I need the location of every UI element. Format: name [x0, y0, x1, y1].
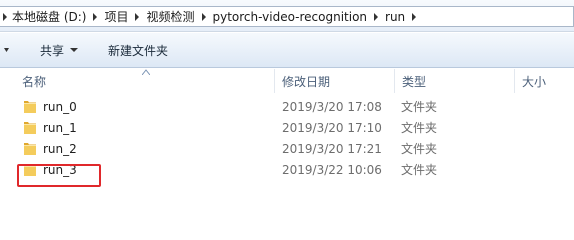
- breadcrumb-overflow-icon[interactable]: [0, 7, 10, 26]
- command-bar: 共享 新建文件夹: [0, 33, 574, 68]
- share-button[interactable]: 共享: [32, 38, 86, 62]
- share-button-label: 共享: [40, 43, 65, 58]
- file-date: 2019/3/20 17:10: [282, 120, 382, 135]
- file-date: 2019/3/22 10:06: [282, 162, 382, 177]
- column-divider[interactable]: [394, 69, 395, 93]
- breadcrumb-item-pytorch-video-recognition[interactable]: pytorch-video-recognition: [211, 7, 370, 26]
- address-bar: 本地磁盘 (D:) 项目 视频检测 pytorch-video-recognit…: [0, 0, 574, 32]
- column-header-size-label: 大小: [522, 74, 547, 89]
- chevron-down-icon[interactable]: [0, 33, 12, 67]
- column-header-date[interactable]: 修改日期: [276, 69, 394, 93]
- column-divider[interactable]: [274, 69, 275, 93]
- file-date: 2019/3/20 17:21: [282, 141, 382, 156]
- file-type: 文件夹: [401, 121, 438, 135]
- file-name[interactable]: run_0: [43, 96, 77, 117]
- folder-icon: [24, 122, 36, 134]
- breadcrumb-separator-icon[interactable]: [88, 7, 102, 26]
- file-row[interactable]: run_2 2019/3/20 17:21 文件夹: [0, 138, 574, 159]
- file-row[interactable]: run_1 2019/3/20 17:10 文件夹: [0, 117, 574, 138]
- file-type: 文件夹: [401, 163, 438, 177]
- breadcrumb[interactable]: 本地磁盘 (D:) 项目 视频检测 pytorch-video-recognit…: [0, 6, 574, 27]
- breadcrumb-item-drive[interactable]: 本地磁盘 (D:): [10, 7, 88, 26]
- column-header-name-label: 名称: [22, 74, 47, 89]
- column-header-date-label: 修改日期: [282, 74, 331, 89]
- file-date: 2019/3/20 17:08: [282, 99, 382, 114]
- breadcrumb-item-projects[interactable]: 项目: [102, 7, 130, 26]
- column-header-type[interactable]: 类型: [396, 69, 514, 93]
- column-header-row: 名称 修改日期 类型 大小: [0, 69, 574, 93]
- column-header-type-label: 类型: [402, 74, 427, 89]
- file-type: 文件夹: [401, 142, 438, 156]
- file-name[interactable]: run_1: [43, 117, 77, 138]
- breadcrumb-separator-icon[interactable]: [407, 7, 421, 26]
- dropdown-caret-icon: [70, 48, 79, 52]
- column-header-name[interactable]: 名称: [16, 69, 274, 93]
- file-row[interactable]: run_0 2019/3/20 17:08 文件夹: [0, 96, 574, 117]
- column-header-size[interactable]: 大小: [516, 69, 574, 93]
- breadcrumb-item-video-detection[interactable]: 视频检测: [144, 7, 196, 26]
- breadcrumb-item-run[interactable]: run: [383, 7, 407, 26]
- breadcrumb-separator-icon[interactable]: [369, 7, 383, 26]
- breadcrumb-separator-icon[interactable]: [130, 7, 144, 26]
- folder-icon: [24, 143, 36, 155]
- file-type: 文件夹: [401, 100, 438, 114]
- folder-icon: [24, 101, 36, 113]
- breadcrumb-separator-icon[interactable]: [197, 7, 211, 26]
- file-name[interactable]: run_2: [43, 138, 77, 159]
- new-folder-button-label: 新建文件夹: [108, 43, 169, 58]
- column-divider[interactable]: [514, 69, 515, 93]
- highlight-box: [17, 164, 101, 187]
- new-folder-button[interactable]: 新建文件夹: [100, 38, 176, 62]
